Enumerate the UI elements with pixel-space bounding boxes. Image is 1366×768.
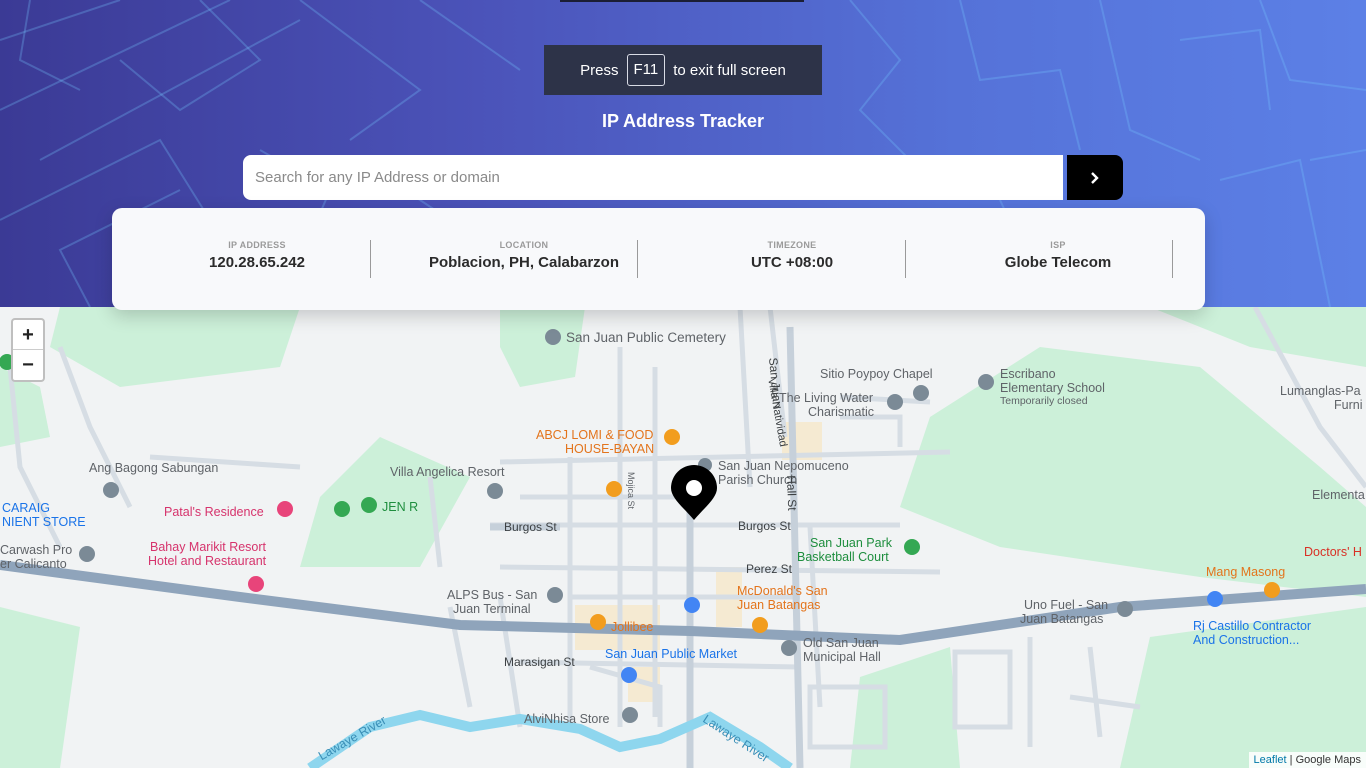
map-label: Escribano xyxy=(1000,367,1056,381)
page-title: IP Address Tracker xyxy=(601,111,765,131)
map-label: Furni xyxy=(1334,398,1363,412)
divider xyxy=(637,240,638,278)
fullscreen-notice: Press F11 to exit full screen xyxy=(544,45,822,95)
top-bar xyxy=(560,0,804,2)
chevron-right-icon xyxy=(1091,171,1099,184)
map-label: JEN R xyxy=(382,500,419,514)
map-label: Elementary School xyxy=(1000,381,1105,395)
map-label: San Juan Park xyxy=(810,536,892,550)
map-label: Rj Castillo Contractor xyxy=(1193,619,1312,633)
map-label: ALPS Bus - San xyxy=(447,588,538,602)
info-location-label: LOCATION xyxy=(499,240,549,250)
map-label: Perez St xyxy=(746,562,793,576)
map-attribution: Leaflet | Google Maps xyxy=(1248,752,1366,768)
map-label: San Juan Public Market xyxy=(605,647,738,661)
map-label: Jollibee xyxy=(611,620,654,634)
leaflet-link[interactable]: Leaflet xyxy=(1254,754,1287,766)
map-label: McDonald's San xyxy=(737,584,828,598)
map-tiles xyxy=(0,307,1366,768)
zoom-out-button[interactable]: − xyxy=(13,350,43,380)
attribution-separator: | xyxy=(1289,754,1293,766)
map-label: Carwash Pro xyxy=(0,543,73,557)
info-isp: ISP Globe Telecom xyxy=(948,240,1168,278)
attribution-provider: Google Maps xyxy=(1295,754,1361,766)
map-label: Juan Terminal xyxy=(453,602,531,616)
map-label: Mojica St xyxy=(626,472,636,510)
map-label: Elementa xyxy=(1312,488,1365,502)
divider xyxy=(905,240,906,278)
map-label: Uno Fuel - San xyxy=(1024,598,1109,612)
map-label: Charismatic xyxy=(808,405,874,419)
map-label: San Juan Nepomuceno xyxy=(718,459,849,473)
map-label: er Calicanto xyxy=(0,557,67,571)
map-label: Old San Juan xyxy=(803,636,879,650)
info-ip-label: IP ADDRESS xyxy=(228,240,286,250)
map-label: San Juan Public Cemetery xyxy=(566,330,726,345)
map[interactable]: San Juan Public Cemetery San Juan Villa … xyxy=(0,307,1366,768)
info-card: IP ADDRESS 120.28.65.242 LOCATION Poblac… xyxy=(112,208,1205,310)
info-timezone-value: UTC +08:00 xyxy=(750,254,834,271)
info-timezone-label: TIMEZONE xyxy=(767,240,817,250)
map-label: Juan Batangas xyxy=(737,598,821,612)
zoom-in-button[interactable]: + xyxy=(13,320,43,350)
search-input[interactable] xyxy=(243,155,1063,200)
map-label: And Construction... xyxy=(1193,633,1300,647)
map-label: HOUSE-BAYAN xyxy=(565,442,655,456)
info-location-value: Poblacion, PH, Calabarzon xyxy=(428,254,620,271)
f11-key: F11 xyxy=(626,54,666,86)
divider xyxy=(1172,240,1173,278)
info-ip-value: 120.28.65.242 xyxy=(209,254,305,271)
map-label: Patal's Residence xyxy=(164,505,264,519)
map-label: AlviNhisa Store xyxy=(524,712,610,726)
zoom-control: + − xyxy=(11,318,45,382)
map-label: Basketball Court xyxy=(797,550,889,564)
map-label: Burgos St xyxy=(504,520,557,534)
divider xyxy=(370,240,371,278)
map-label: CARAIG xyxy=(2,501,50,515)
map-label: Municipal Hall xyxy=(803,650,881,664)
info-isp-label: ISP xyxy=(1050,240,1066,250)
map-label: Hall St xyxy=(784,475,800,511)
info-location: LOCATION Poblacion, PH, Calabarzon xyxy=(402,240,646,278)
map-label: Marasigan St xyxy=(504,655,575,669)
map-label: Sitio Poypoy Chapel xyxy=(820,367,933,381)
map-label: NIENT STORE xyxy=(2,515,86,529)
map-label: ABCJ LOMI & FOOD xyxy=(536,428,654,442)
map-label: Lumanglas-Pa xyxy=(1280,384,1361,398)
map-label: Villa Angelica Resort xyxy=(390,465,505,479)
location-marker-icon xyxy=(671,465,717,520)
map-label: Mang Masong xyxy=(1206,565,1286,579)
info-isp-value: Globe Telecom xyxy=(1004,254,1112,271)
info-ip: IP ADDRESS 120.28.65.242 xyxy=(152,240,362,278)
map-label: Burgos St xyxy=(738,519,791,533)
map-label: Doctors' H xyxy=(1304,545,1362,559)
fullscreen-notice-before: Press xyxy=(580,61,619,79)
map-label: Temporarily closed xyxy=(1000,395,1088,407)
map-label: Bahay Marikit Resort xyxy=(150,540,267,554)
map-label: The Living Water xyxy=(779,391,874,405)
map-label: Ang Bagong Sabungan xyxy=(89,461,219,475)
info-timezone: TIMEZONE UTC +08:00 xyxy=(682,240,902,278)
fullscreen-notice-after: to exit full screen xyxy=(673,61,786,79)
map-label: Juan Batangas xyxy=(1020,612,1104,626)
map-label: Hotel and Restaurant xyxy=(148,554,267,568)
search-submit-button[interactable] xyxy=(1067,155,1123,200)
